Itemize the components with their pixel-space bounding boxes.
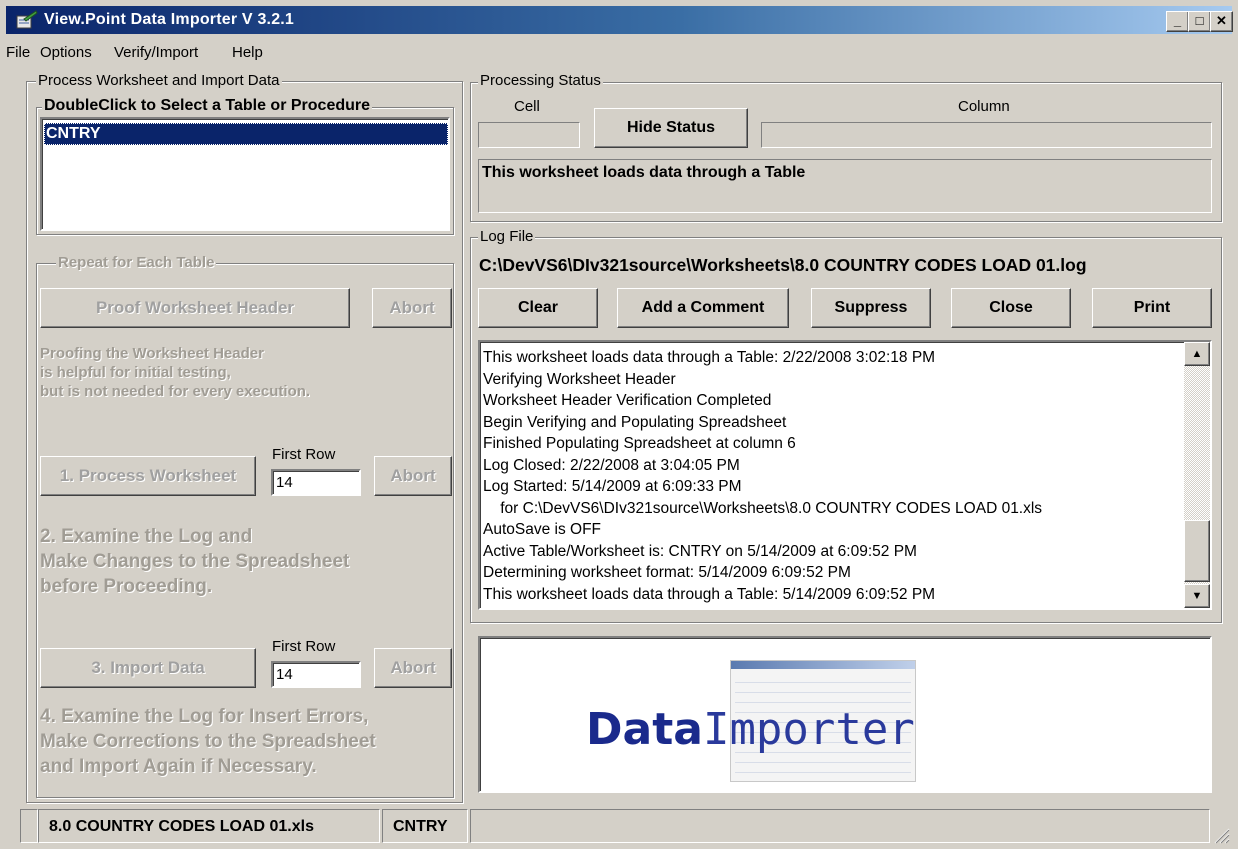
scroll-up-arrow-icon[interactable]: ▲ [1184,342,1210,366]
step4-note: 4. Examine the Log for Insert Errors, Ma… [40,706,376,777]
log-scrollbar[interactable]: ▲ ▼ [1184,342,1210,608]
maximize-button[interactable]: □ [1188,11,1211,32]
first-row-input-1[interactable]: 14 [271,469,361,496]
log-line: Determining worksheet format: 5/14/2009 … [483,564,851,581]
minimize-button[interactable]: _ [1166,11,1189,32]
log-line: This worksheet loads data through a Tabl… [483,585,936,603]
log-line: Worksheet Header Verification Completed [483,392,772,409]
logo-panel: DataImporter [478,636,1212,793]
menu-bar: File Options Verify/Import Help [6,42,606,66]
window-title: View.Point Data Importer V 3.2.1 [44,11,295,28]
log-line: for C:\DevVS6\DIv321source\Worksheets\8.… [483,499,1043,517]
import-data-button[interactable]: 3. Import Data [40,648,256,688]
statusbar-file: 8.0 COUNTRY CODES LOAD 01.xls [38,809,380,843]
cell-label: Cell [514,98,540,115]
proof-note: Proofing the Worksheet Header is helpful… [40,345,311,400]
log-file-path: C:\DevVS6\DIv321source\Worksheets\8.0 CO… [479,255,1087,275]
clear-button[interactable]: Clear [478,288,598,328]
first-row-input-2[interactable]: 14 [271,661,361,688]
log-lines: This worksheet loads data through a Tabl… [483,347,1042,605]
proof-abort-button[interactable]: Abort [372,288,452,328]
statusbar-panel-blank [470,809,1210,843]
close-log-button[interactable]: Close [951,288,1071,328]
status-message: This worksheet loads data through a Tabl… [478,159,1212,213]
resize-grip-icon[interactable] [1212,826,1230,844]
column-label: Column [958,98,1010,115]
menu-verify-import[interactable]: Verify/Import [114,44,198,61]
print-button[interactable]: Print [1092,288,1212,328]
log-file-title: Log File [478,228,536,245]
scroll-down-arrow-icon[interactable]: ▼ [1184,584,1210,608]
process-worksheet-title: Process Worksheet and Import Data [36,72,282,89]
first-row-label-1: First Row [272,446,336,463]
log-line: Begin Verifying and Populating Spreadshe… [483,413,787,431]
add-comment-button[interactable]: Add a Comment [617,288,789,328]
process-worksheet-button[interactable]: 1. Process Worksheet [40,456,256,496]
log-line: Finished Populating Spreadsheet at colum… [483,435,796,452]
processing-status-title: Processing Status [478,72,603,89]
menu-file[interactable]: File [6,44,30,61]
log-line: This worksheet loads data through a Tabl… [483,349,936,366]
log-line: Log Closed: 2/22/2008 at 3:04:05 PM [483,456,740,474]
process-abort-button[interactable]: Abort [374,456,452,496]
list-item[interactable]: CNTRY [44,123,448,145]
proof-worksheet-header-button[interactable]: Proof Worksheet Header [40,288,350,328]
close-window-button[interactable]: ✕ [1210,11,1233,32]
log-line: Log Started: 5/14/2009 at 6:09:33 PM [483,478,742,495]
app-icon [16,10,38,29]
suppress-button[interactable]: Suppress [811,288,931,328]
title-bar[interactable]: View.Point Data Importer V 3.2.1 _ □ ✕ [6,6,1233,34]
statusbar-panel-empty [20,809,38,843]
hide-status-button[interactable]: Hide Status [594,108,748,148]
first-row-label-2: First Row [272,638,336,655]
log-line: AutoSave is OFF [483,521,602,538]
import-abort-button[interactable]: Abort [374,648,452,688]
logo-text: DataImporter [586,704,915,755]
statusbar-table: CNTRY [382,809,468,843]
scroll-thumb[interactable] [1184,520,1210,582]
log-line: Verifying Worksheet Header [483,370,676,388]
log-line: Active Table/Worksheet is: CNTRY on 5/14… [483,542,917,560]
step2-note: 2. Examine the Log and Make Changes to t… [40,526,350,597]
table-list-title: DoubleClick to Select a Table or Procedu… [42,97,373,115]
log-textbox[interactable]: This worksheet loads data through a Tabl… [478,340,1212,610]
cell-field [478,122,580,148]
menu-help[interactable]: Help [232,44,263,61]
menu-options[interactable]: Options [40,44,92,61]
table-listbox[interactable]: CNTRY [40,117,450,231]
column-field [761,122,1212,148]
repeat-title: Repeat for Each Table [56,254,217,271]
